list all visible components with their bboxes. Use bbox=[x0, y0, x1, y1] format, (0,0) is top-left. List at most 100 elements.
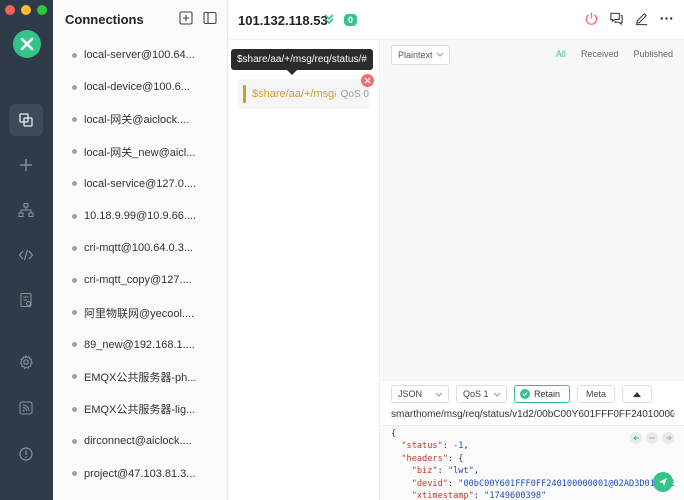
message-count-badge: 0 bbox=[344, 14, 358, 26]
next-payload-button[interactable] bbox=[662, 432, 674, 444]
status-dot bbox=[72, 374, 77, 380]
connection-list: local-server@100.64... local-device@100.6… bbox=[53, 39, 227, 490]
clear-payload-button[interactable] bbox=[646, 432, 658, 444]
power-icon[interactable] bbox=[584, 11, 599, 26]
send-icon bbox=[659, 478, 667, 486]
payload-editor[interactable]: { "status": -1, "headers": { "biz": "lwt… bbox=[381, 425, 684, 500]
log-icon bbox=[20, 293, 32, 307]
format-select-value: Plaintext bbox=[398, 50, 433, 60]
connection-item[interactable]: cri-mqtt@100.64.0.3... bbox=[53, 232, 227, 264]
toggle-sidebar-icon[interactable] bbox=[203, 11, 217, 25]
subscription-topic: $share/aa/+/msg/req/status/# bbox=[251, 88, 336, 100]
status-dot bbox=[72, 213, 77, 219]
tab-all[interactable]: All bbox=[556, 49, 566, 59]
connection-label: 阿里物联网@yecool.... bbox=[84, 307, 195, 320]
status-dot bbox=[72, 342, 77, 348]
about-nav-button[interactable] bbox=[9, 438, 43, 470]
format-select[interactable]: Plaintext bbox=[391, 45, 450, 65]
connection-item[interactable]: project@47.103.81.3... bbox=[53, 457, 227, 489]
payload-line: "headers": { bbox=[401, 453, 464, 464]
connection-label: EMQX公共服务器-lig... bbox=[84, 404, 196, 417]
topic-tooltip: $share/aa/+/msg/req/status/# bbox=[231, 49, 373, 75]
maximize-window-button[interactable] bbox=[37, 5, 47, 15]
chevron-down-icon bbox=[435, 392, 443, 397]
connection-item[interactable]: local-网关_new@aicl... bbox=[53, 136, 227, 168]
sitemap-icon bbox=[18, 203, 34, 217]
subscriptions-panel: $share/aa/+/msg/req/status/# $share/aa/+… bbox=[228, 40, 380, 500]
connection-item[interactable]: local-device@100.6... bbox=[53, 71, 227, 103]
messages-panel: Plaintext All Received Published bbox=[381, 40, 684, 380]
arrow-left-icon bbox=[632, 435, 639, 441]
previous-payload-button[interactable] bbox=[630, 432, 642, 444]
collapse-button[interactable] bbox=[622, 385, 652, 403]
qos-value: QoS 1 bbox=[463, 389, 489, 399]
connection-label: dirconnect@aiclock.... bbox=[84, 435, 192, 448]
chevron-down-icon[interactable] bbox=[667, 412, 676, 418]
connection-item[interactable]: EMQX公共服务器-lig... bbox=[53, 393, 227, 425]
log-nav-button[interactable] bbox=[9, 284, 43, 316]
connection-item[interactable]: local-service@127.0.... bbox=[53, 168, 227, 200]
connection-label: local-网关@aiclock.... bbox=[84, 114, 190, 127]
close-window-button[interactable] bbox=[5, 5, 15, 15]
app-sidebar bbox=[0, 0, 53, 500]
add-connection-icon[interactable] bbox=[179, 11, 193, 25]
connection-item[interactable]: 阿里物联网@yecool.... bbox=[53, 297, 227, 329]
status-dot bbox=[72, 84, 77, 90]
unsubscribe-button[interactable] bbox=[361, 74, 374, 87]
gear-icon bbox=[19, 354, 34, 369]
arrow-right-icon bbox=[665, 435, 672, 441]
connection-item[interactable]: local-网关@aiclock.... bbox=[53, 103, 227, 135]
minimize-window-button[interactable] bbox=[21, 5, 31, 15]
connection-header: 101.132.118.53 0 bbox=[228, 0, 684, 40]
status-dot bbox=[72, 245, 77, 251]
connection-item[interactable]: cri-mqtt_copy@127.... bbox=[53, 264, 227, 296]
chat-icon[interactable] bbox=[609, 11, 624, 26]
status-dot bbox=[72, 149, 77, 155]
new-connection-nav-button[interactable] bbox=[9, 149, 43, 181]
edit-icon[interactable] bbox=[634, 11, 649, 26]
qos-select[interactable]: QoS 1 bbox=[456, 385, 507, 403]
publish-topic-input[interactable]: smarthome/msg/req/status/v1d2/00bC00Y601… bbox=[391, 409, 674, 420]
publish-panel: JSON QoS 1 Retain Meta smarthome/msg/req… bbox=[381, 380, 684, 500]
close-icon bbox=[364, 77, 371, 84]
more-icon[interactable] bbox=[659, 11, 674, 26]
subscription-item[interactable]: $share/aa/+/msg/req/status/# QoS 0 bbox=[238, 79, 369, 109]
status-dot bbox=[72, 52, 77, 58]
payload-line: "devid": "00bC00Y601FFF0FF240100000001@0… bbox=[411, 478, 674, 489]
code-icon bbox=[18, 249, 34, 261]
settings-nav-button[interactable] bbox=[9, 346, 43, 378]
connection-label: cri-mqtt_copy@127.... bbox=[84, 274, 192, 287]
connection-item[interactable]: 89_new@192.168.1.... bbox=[53, 329, 227, 361]
connection-item[interactable]: dirconnect@aiclock.... bbox=[53, 425, 227, 457]
window-controls bbox=[5, 5, 47, 15]
tab-received[interactable]: Received bbox=[581, 49, 619, 59]
rss-icon bbox=[19, 401, 33, 415]
retain-label: Retain bbox=[534, 389, 561, 399]
info-icon bbox=[19, 447, 33, 461]
feed-nav-button[interactable] bbox=[9, 392, 43, 424]
connection-label: EMQX公共服务器-ph... bbox=[84, 371, 197, 384]
double-chevron-down-icon[interactable] bbox=[323, 13, 335, 25]
tab-published[interactable]: Published bbox=[633, 49, 673, 59]
connection-label: local-server@100.64... bbox=[84, 49, 195, 62]
status-dot bbox=[72, 310, 77, 316]
script-nav-button[interactable] bbox=[9, 239, 43, 271]
status-dot bbox=[72, 406, 77, 412]
topology-nav-button[interactable] bbox=[9, 194, 43, 226]
connections-title: Connections bbox=[65, 12, 144, 27]
meta-button[interactable]: Meta bbox=[577, 385, 615, 403]
status-dot bbox=[72, 277, 77, 283]
connection-item[interactable]: local-server@100.64... bbox=[53, 39, 227, 71]
retain-toggle[interactable]: Retain bbox=[514, 385, 570, 403]
connection-item[interactable]: EMQX公共服务器-ph... bbox=[53, 361, 227, 393]
check-circle-icon bbox=[520, 389, 530, 399]
mqttx-logo-icon bbox=[13, 30, 41, 58]
connection-item[interactable]: 10.18.9.99@10.9.66.... bbox=[53, 200, 227, 232]
send-button[interactable] bbox=[653, 472, 673, 492]
payload-line: "biz": "lwt", bbox=[411, 466, 479, 477]
payload-type-select[interactable]: JSON bbox=[391, 385, 449, 403]
connections-nav-button[interactable] bbox=[9, 104, 43, 136]
connection-label: 89_new@192.168.1.... bbox=[84, 338, 195, 351]
copy-icon bbox=[19, 113, 33, 127]
payload-line: "xtimestamp": "1749600398" bbox=[411, 491, 547, 500]
